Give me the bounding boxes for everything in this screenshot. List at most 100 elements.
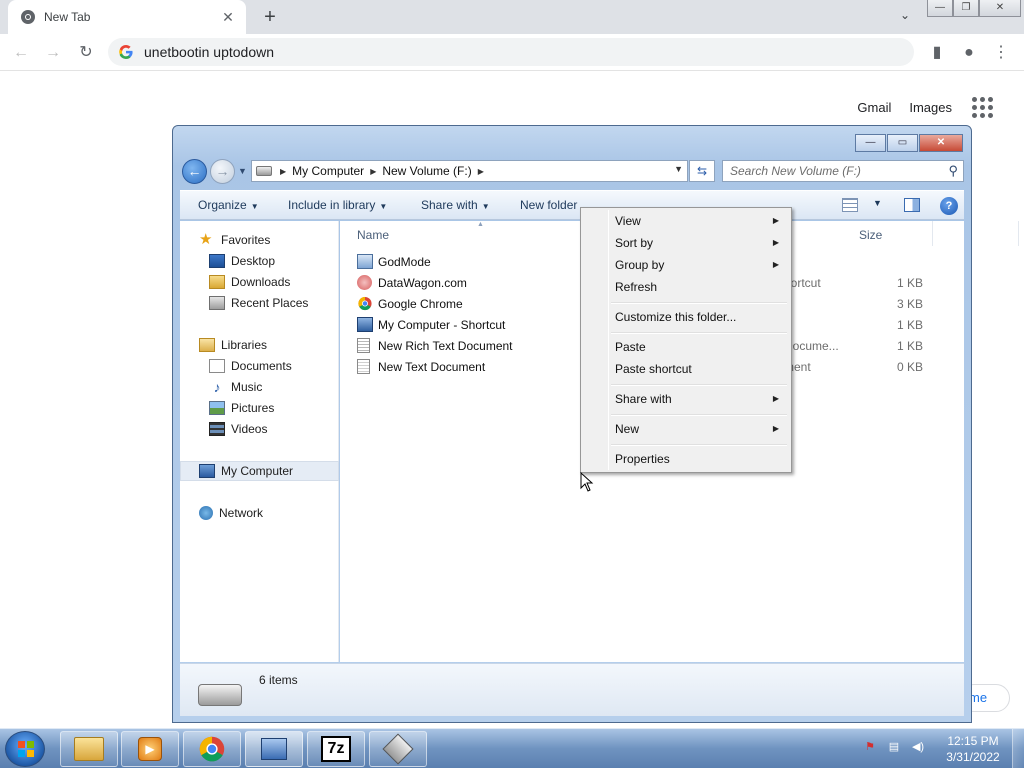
nav-item-network[interactable]: Network	[180, 503, 339, 523]
menu-item-paste-shortcut[interactable]: Paste shortcut	[583, 358, 789, 380]
minimize-icon[interactable]: —	[927, 0, 953, 17]
back-arrow-icon[interactable]: ←	[8, 40, 34, 66]
usb-drive-icon	[382, 733, 414, 765]
nav-item-videos[interactable]: Videos	[180, 419, 339, 439]
taskbar: ▶ 7z ⚑ ▤ ◀) 12:15 PM 3/31/2022	[0, 728, 1024, 768]
taskbar-7zip[interactable]: 7z	[307, 731, 365, 767]
breadcrumb-arrow-icon[interactable]: ▶	[478, 167, 484, 176]
address-bar[interactable]: unetbootin uptodown	[108, 38, 914, 66]
google-apps-icon[interactable]	[970, 95, 994, 119]
documents-icon	[209, 359, 225, 373]
text-document-icon	[357, 359, 370, 374]
mouse-cursor-icon	[580, 472, 594, 492]
file-size: 0 KB	[896, 360, 923, 374]
side-panel-icon[interactable]: ▮	[924, 40, 950, 66]
tab-search-chevron-icon[interactable]: ⌄	[896, 8, 914, 26]
start-button[interactable]	[5, 731, 45, 767]
rtf-document-icon	[357, 338, 370, 353]
explorer-close-icon[interactable]: ✕	[919, 134, 963, 152]
menu-item-view[interactable]: View ▶	[583, 210, 789, 232]
explorer-forward-icon[interactable]: →	[210, 159, 235, 184]
nav-item-music[interactable]: ♪ Music	[180, 377, 339, 397]
column-header-name[interactable]: Name	[357, 228, 389, 242]
nav-item-desktop[interactable]: Desktop	[180, 251, 339, 271]
menu-item-refresh[interactable]: Refresh	[583, 276, 789, 298]
include-in-library-button[interactable]: Include in library ▼	[288, 198, 387, 212]
browser-tabstrip: New Tab ✕ + ⌄ — ❐ ✕	[0, 0, 1024, 34]
images-link[interactable]: Images	[909, 100, 952, 115]
nav-item-pictures[interactable]: Pictures	[180, 398, 339, 418]
search-icon[interactable]: ⚲	[948, 163, 958, 179]
breadcrumb-arrow-icon[interactable]: ▶	[280, 167, 286, 176]
details-pane: 6 items	[180, 663, 964, 716]
address-dropdown-icon[interactable]: ▼	[674, 164, 683, 174]
explorer-maximize-icon[interactable]: ▭	[887, 134, 918, 152]
file-size: 1 KB	[896, 318, 923, 332]
column-divider[interactable]	[1018, 221, 1019, 246]
menu-separator	[611, 332, 787, 334]
menu-item-paste[interactable]: Paste	[583, 336, 789, 358]
profile-avatar-icon[interactable]: ●	[956, 40, 982, 66]
new-folder-button[interactable]: New folder	[520, 198, 577, 212]
menu-item-customize[interactable]: Customize this folder...	[583, 306, 789, 328]
taskbar-usb-drive[interactable]	[369, 731, 427, 767]
view-options-chevron-icon[interactable]: ▼	[873, 198, 882, 208]
menu-item-share-with[interactable]: Share with ▶	[583, 388, 789, 410]
volume-icon[interactable]: ◀)	[910, 739, 926, 755]
menu-item-properties[interactable]: Properties	[583, 448, 789, 470]
forward-arrow-icon[interactable]: →	[40, 40, 66, 66]
preview-pane-icon[interactable]	[904, 198, 920, 212]
menu-item-sort-by[interactable]: Sort by ▶	[583, 232, 789, 254]
column-divider[interactable]	[932, 221, 933, 246]
browser-window-controls: — ❐ ✕	[927, 0, 1021, 17]
menu-kebab-icon[interactable]: ⋮	[988, 40, 1014, 66]
music-note-icon: ♪	[213, 379, 221, 395]
system-clock[interactable]: 12:15 PM 3/31/2022	[938, 733, 1008, 765]
clock-time: 12:15 PM	[947, 734, 999, 748]
recent-pages-chevron-icon[interactable]: ▼	[238, 166, 247, 176]
nav-item-label: Recent Places	[231, 296, 309, 310]
nav-item-my-computer[interactable]: My Computer	[180, 461, 339, 481]
file-name: My Computer - Shortcut	[378, 318, 506, 332]
nav-item-label: Pictures	[231, 401, 275, 415]
help-icon[interactable]: ?	[940, 197, 958, 215]
breadcrumb-my-computer[interactable]: My Computer	[292, 164, 364, 178]
explorer-search-input[interactable]	[723, 161, 933, 181]
breadcrumb-arrow-icon[interactable]: ▶	[370, 167, 376, 176]
gmail-link[interactable]: Gmail	[857, 100, 891, 115]
tab-close-icon[interactable]: ✕	[220, 9, 236, 26]
restore-icon[interactable]: ❐	[953, 0, 979, 17]
new-tab-button[interactable]: +	[258, 5, 282, 29]
reload-icon[interactable]: ↻	[73, 40, 99, 66]
explorer-refresh-icon[interactable]: ⇆	[689, 160, 715, 182]
menu-item-group-by[interactable]: Group by ▶	[583, 254, 789, 276]
nav-item-documents[interactable]: Documents	[180, 356, 339, 376]
menu-item-new[interactable]: New ▶	[583, 418, 789, 440]
organize-button[interactable]: Organize ▼	[198, 198, 259, 212]
nav-item-recent-places[interactable]: Recent Places	[180, 293, 339, 313]
file-size: 1 KB	[896, 339, 923, 353]
change-view-icon[interactable]	[842, 198, 858, 212]
network-icon[interactable]: ▤	[886, 739, 902, 755]
share-with-button[interactable]: Share with ▼	[421, 198, 490, 212]
media-player-icon: ▶	[138, 737, 162, 761]
taskbar-explorer[interactable]	[60, 731, 118, 767]
explorer-minimize-icon[interactable]: —	[855, 134, 886, 152]
taskbar-chrome[interactable]	[183, 731, 241, 767]
action-center-flag-icon[interactable]: ⚑	[862, 739, 878, 755]
column-header-size[interactable]: Size	[859, 228, 882, 242]
explorer-address-bar[interactable]: ▶ My Computer ▶ New Volume (F:) ▶ ▼	[251, 160, 688, 182]
browser-tab[interactable]: New Tab ✕	[8, 0, 246, 34]
explorer-window-controls: — ▭ ✕	[855, 134, 963, 152]
nav-item-libraries[interactable]: Libraries	[180, 335, 339, 355]
show-desktop-button[interactable]	[1012, 729, 1024, 768]
taskbar-media-player[interactable]: ▶	[121, 731, 179, 767]
menu-separator	[611, 444, 787, 446]
close-icon[interactable]: ✕	[979, 0, 1021, 17]
nav-item-label: Network	[219, 506, 264, 520]
nav-item-downloads[interactable]: Downloads	[180, 272, 339, 292]
breadcrumb-new-volume[interactable]: New Volume (F:)	[382, 164, 471, 178]
taskbar-computer[interactable]	[245, 731, 303, 767]
nav-item-favorites[interactable]: ★ Favorites	[180, 230, 339, 250]
explorer-back-icon[interactable]: ←	[182, 159, 207, 184]
